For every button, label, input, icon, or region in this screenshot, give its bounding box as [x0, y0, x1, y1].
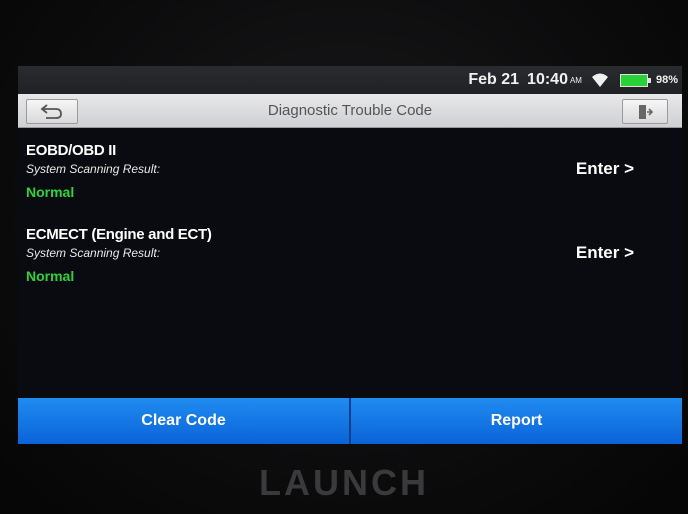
wifi-icon [591, 73, 608, 87]
exit-button[interactable] [622, 99, 668, 124]
battery-icon [619, 73, 651, 87]
system-name: ECMECT (Engine and ECT) [26, 226, 212, 243]
status-ampm: AM [569, 75, 582, 85]
status-time: 10:40 [527, 71, 568, 88]
system-row[interactable]: EOBD/OBD II System Scanning Result: Norm… [26, 142, 666, 222]
exit-icon [639, 104, 653, 119]
device-bezel: Feb 21 10:40 AM 98% Diagnostic Trouble C… [0, 0, 688, 514]
enter-button[interactable]: Enter > [576, 159, 634, 179]
enter-button[interactable]: Enter > [576, 243, 634, 263]
scan-result-status: Normal [26, 184, 75, 200]
scan-result-status: Normal [26, 268, 75, 284]
device-screen: Feb 21 10:40 AM 98% Diagnostic Trouble C… [18, 66, 682, 444]
status-date: Feb 21 [468, 71, 520, 88]
report-button[interactable]: Report [351, 398, 682, 444]
system-row[interactable]: ECMECT (Engine and ECT) System Scanning … [26, 226, 666, 306]
clear-code-button[interactable]: Clear Code [18, 398, 349, 444]
status-bar: Feb 21 10:40 AM 98% [18, 66, 682, 94]
bottom-button-bar: Clear Code Report [18, 398, 682, 444]
brand-logo: LAUNCH [259, 462, 429, 503]
status-indicators: Feb 21 10:40 AM 98% [468, 70, 678, 90]
battery-percent: 98% [655, 74, 678, 86]
scan-result-label: System Scanning Result: [26, 162, 161, 176]
system-name: EOBD/OBD II [26, 142, 117, 159]
title-bar: Diagnostic Trouble Code [18, 94, 682, 128]
page-title: Diagnostic Trouble Code [267, 102, 433, 119]
scan-result-label: System Scanning Result: [26, 246, 161, 260]
